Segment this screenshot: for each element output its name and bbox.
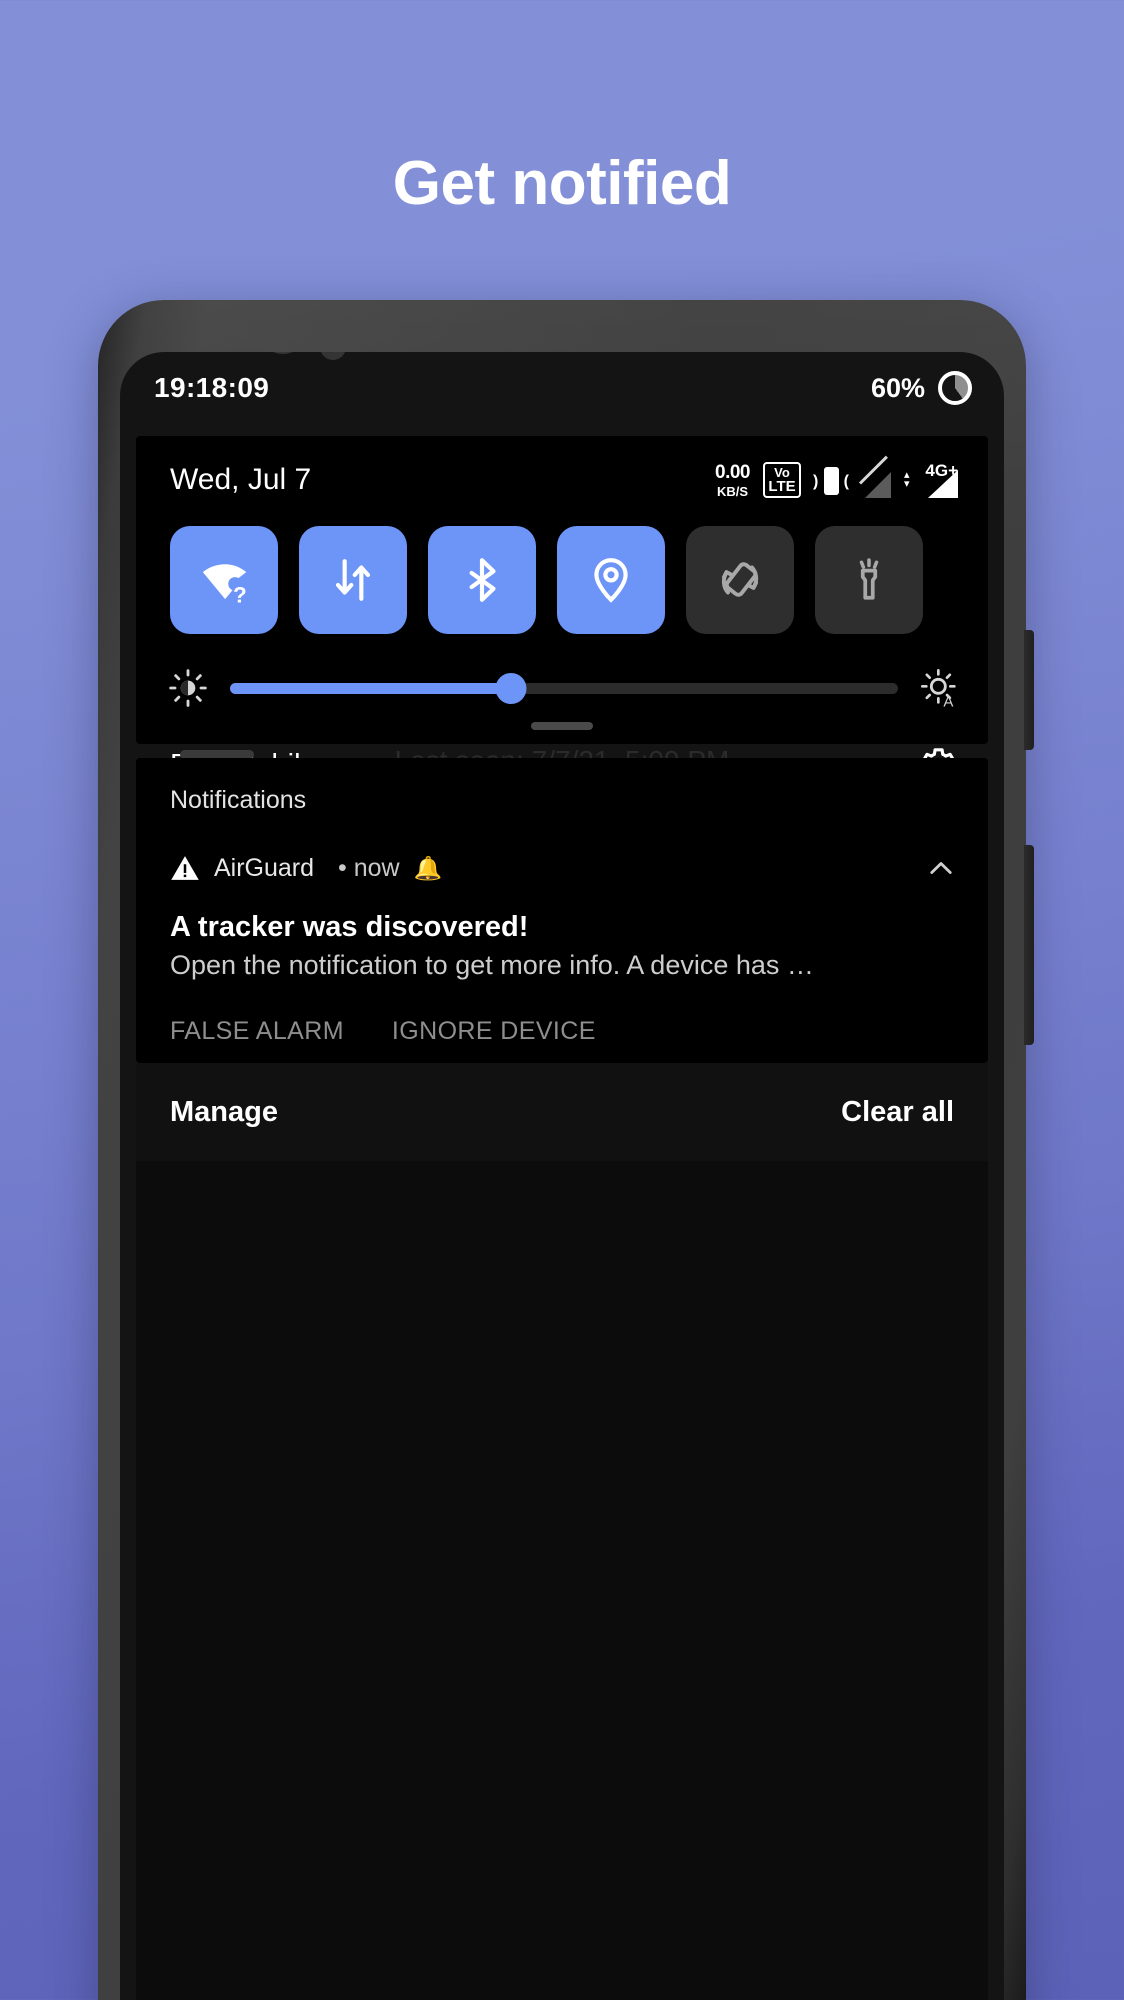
brightness-low-icon: [169, 669, 207, 707]
network-speed-indicator: 0.00 KB/S: [715, 463, 750, 498]
data-activity-icon: ▴ ▾: [904, 469, 910, 490]
status-bar: 19:18:09 60%: [120, 352, 1004, 424]
network-speed-value: 0.00: [715, 462, 750, 483]
battery-ring-icon: [938, 371, 972, 405]
notification-shade-footer: Manage Clear all: [136, 1063, 988, 1161]
data-arrows-icon: [335, 559, 371, 601]
notification-title: A tracker was discovered!: [170, 911, 529, 943]
svg-text:A: A: [943, 693, 953, 708]
notification-body: Open the notification to get more info. …: [170, 950, 814, 980]
false-alarm-button[interactable]: FALSE ALARM: [170, 1017, 344, 1046]
chevron-up-icon[interactable]: [924, 851, 958, 885]
warning-triangle-icon: [171, 856, 199, 880]
quick-settings-drag-handle[interactable]: [531, 722, 593, 730]
status-bar-clock: 19:18:09: [154, 372, 270, 403]
notification-actions: FALSE ALARM IGNORE DEVICE: [136, 981, 988, 1046]
clear-all-button[interactable]: Clear all: [841, 1096, 954, 1129]
signal-bars-icon: ▴ ▾ 4G+: [904, 461, 958, 498]
volume-rocker-button[interactable]: [1024, 845, 1034, 1045]
power-button[interactable]: [1024, 630, 1034, 750]
ignore-device-button[interactable]: IGNORE DEVICE: [392, 1017, 596, 1046]
notification-app-name: AirGuard: [214, 853, 315, 882]
notification-shade-empty-area: [136, 1161, 988, 2000]
brightness-slider-knob[interactable]: [495, 672, 527, 704]
status-bar-right: 60%: [871, 371, 972, 405]
brightness-auto-icon[interactable]: A: [920, 668, 960, 708]
brightness-slider[interactable]: [230, 672, 898, 704]
vibrate-icon: )(: [813, 464, 849, 498]
tile-flashlight[interactable]: [815, 526, 923, 634]
quick-settings-status-icons: 0.00 KB/S Vo LTE )( ▴ ▾ 4G+: [715, 455, 958, 498]
flashlight-icon: [859, 558, 879, 600]
manage-button[interactable]: Manage: [170, 1096, 278, 1129]
tile-bluetooth[interactable]: [428, 526, 536, 634]
battery-percent-label: 60%: [870, 372, 925, 403]
notification-header[interactable]: AirGuard • now 🔔: [136, 815, 988, 885]
tile-wifi[interactable]: ?: [170, 526, 278, 634]
svg-text:?: ?: [233, 583, 247, 608]
phone-device-frame: 19:18:09 60% Wed, Jul 7 0.00 KB/S Vo LTE: [98, 300, 1034, 2000]
phone-screen: 19:18:09 60% Wed, Jul 7 0.00 KB/S Vo LTE: [120, 352, 1004, 2000]
volte-icon: Vo LTE: [763, 462, 801, 498]
brightness-slider-row: A: [136, 634, 988, 708]
page-title: Get notified: [392, 149, 732, 218]
tile-auto-rotate[interactable]: [686, 526, 794, 634]
location-pin-icon: [594, 558, 628, 603]
notification-time: • now: [338, 853, 400, 882]
quick-settings-panel: Wed, Jul 7 0.00 KB/S Vo LTE )(▴ ▾ 4G+ ?…: [136, 436, 988, 782]
network-speed-unit: KB/S: [716, 484, 749, 499]
volte-bottom-label: LTE: [768, 478, 796, 495]
quick-settings-tiles: ?: [136, 498, 988, 634]
auto-rotate-icon: [721, 562, 759, 597]
quick-settings-header: Wed, Jul 7 0.00 KB/S Vo LTE )(▴ ▾ 4G+: [136, 436, 988, 498]
bell-alert-icon: 🔔: [413, 854, 443, 881]
bluetooth-icon: [469, 558, 496, 602]
wifi-question-icon: ?: [202, 564, 247, 608]
signal-disabled-icon: [858, 455, 891, 498]
notifications-section-title: Notifications: [170, 786, 307, 814]
tile-mobile-data[interactable]: [299, 526, 407, 634]
tile-location[interactable]: [557, 526, 665, 634]
quick-settings-date: Wed, Jul 7: [170, 463, 312, 496]
notification-shade: Notifications AirGuard • now 🔔 A tracker…: [136, 758, 988, 1063]
